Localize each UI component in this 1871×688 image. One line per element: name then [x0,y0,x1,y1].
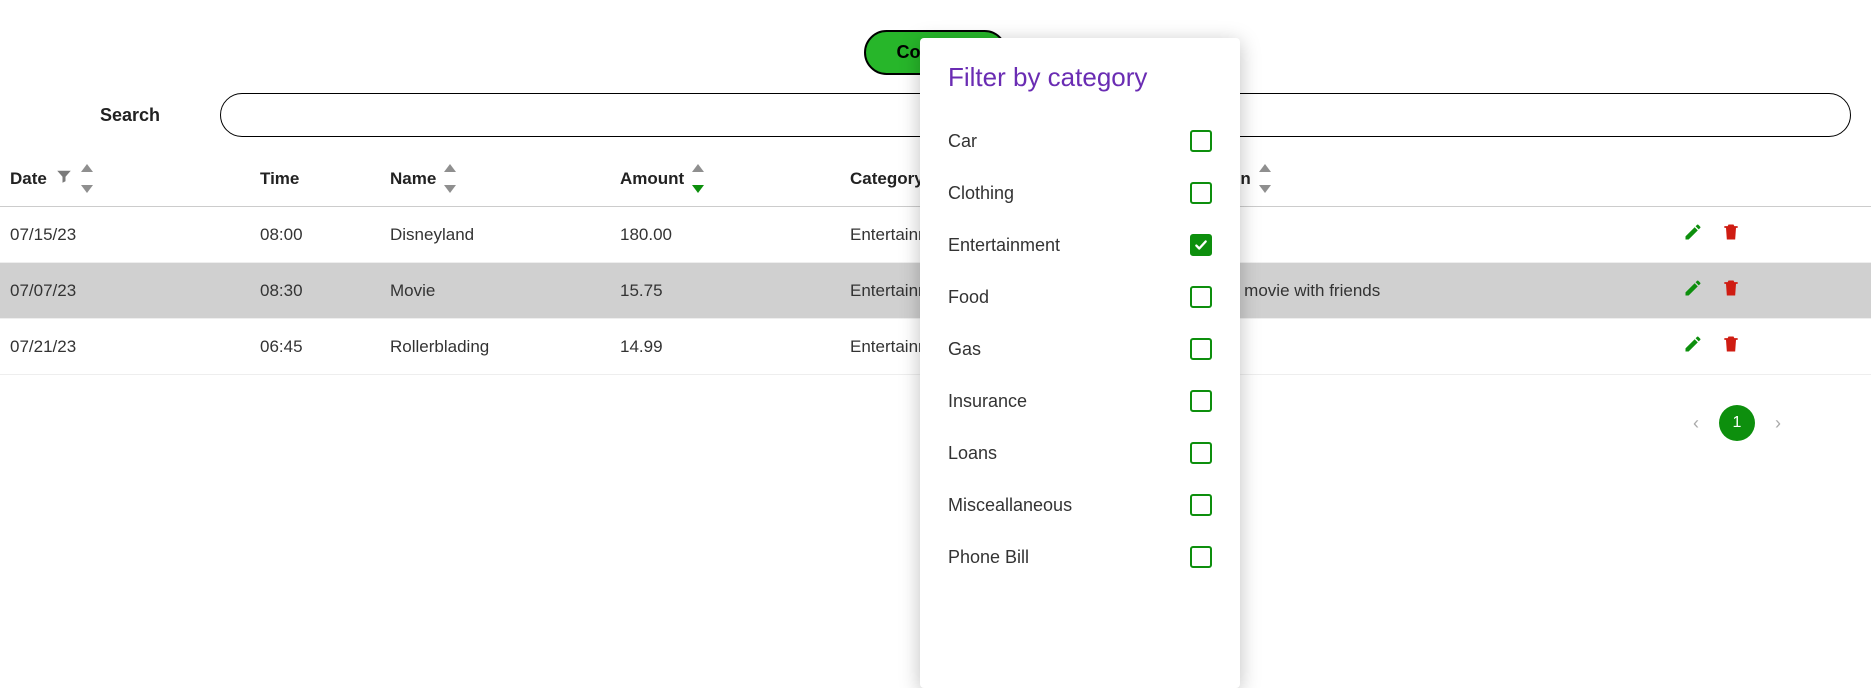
filter-option-label: Car [948,131,977,152]
filter-option-food[interactable]: Food [948,271,1212,323]
checkbox-icon[interactable] [1190,390,1212,412]
filter-option-label: Gas [948,339,981,360]
cell-name: Disneyland [390,225,620,245]
filter-icon[interactable] [55,167,73,190]
cell-amount: 14.99 [620,337,850,357]
cell-date: 07/07/23 [10,281,260,301]
edit-icon[interactable] [1683,222,1703,247]
checkbox-icon[interactable] [1190,286,1212,308]
sort-amount[interactable] [692,164,704,193]
checkbox-icon[interactable] [1190,494,1212,516]
sort-name[interactable] [444,164,456,193]
filter-option-loans[interactable]: Loans [948,427,1212,479]
filter-option-label: Food [948,287,989,308]
filter-option-insurance[interactable]: Insurance [948,375,1212,427]
page-next[interactable]: › [1775,413,1781,434]
delete-icon[interactable] [1721,334,1741,359]
cell-description: e movie with friends [1230,281,1530,301]
filter-option-car[interactable]: Car [948,115,1212,167]
cell-date: 07/21/23 [10,337,260,357]
cell-time: 06:45 [260,337,390,357]
edit-icon[interactable] [1683,334,1703,359]
column-header-time[interactable]: Time [260,169,299,189]
filter-option-miscellaneous[interactable]: Misceallaneous [948,479,1212,531]
filter-popover-title: Filter by category [948,62,1212,93]
cell-name: Movie [390,281,620,301]
cell-amount: 15.75 [620,281,850,301]
cell-name: Rollerblading [390,337,620,357]
search-label: Search [100,105,160,126]
filter-option-label: Insurance [948,391,1027,412]
filter-option-label: Misceallaneous [948,495,1072,516]
checkbox-icon[interactable] [1190,338,1212,360]
page-number[interactable]: 1 [1719,405,1755,441]
filter-option-entertainment[interactable]: Entertainment [948,219,1212,271]
filter-option-label: Phone Bill [948,547,1029,568]
cell-amount: 180.00 [620,225,850,245]
cell-time: 08:00 [260,225,390,245]
filter-option-label: Clothing [948,183,1014,204]
filter-option-phone-bill[interactable]: Phone Bill [948,531,1212,583]
checkbox-icon[interactable] [1190,130,1212,152]
column-header-date[interactable]: Date [10,169,47,189]
page-prev[interactable]: ‹ [1693,413,1699,434]
column-header-name[interactable]: Name [390,169,436,189]
edit-icon[interactable] [1683,278,1703,303]
filter-option-clothing[interactable]: Clothing [948,167,1212,219]
category-filter-popover: Filter by category Car Clothing Entertai… [920,38,1240,688]
delete-icon[interactable] [1721,222,1741,247]
cell-date: 07/15/23 [10,225,260,245]
delete-icon[interactable] [1721,278,1741,303]
checkbox-icon[interactable] [1190,546,1212,568]
checkbox-icon[interactable] [1190,442,1212,464]
filter-option-label: Loans [948,443,997,464]
filter-option-gas[interactable]: Gas [948,323,1212,375]
sort-description[interactable] [1259,164,1271,193]
column-header-category[interactable]: Category [850,169,924,189]
checkbox-icon[interactable] [1190,182,1212,204]
column-header-amount[interactable]: Amount [620,169,684,189]
filter-option-label: Entertainment [948,235,1060,256]
cell-time: 08:30 [260,281,390,301]
checkbox-icon[interactable] [1190,234,1212,256]
sort-date[interactable] [81,164,93,193]
